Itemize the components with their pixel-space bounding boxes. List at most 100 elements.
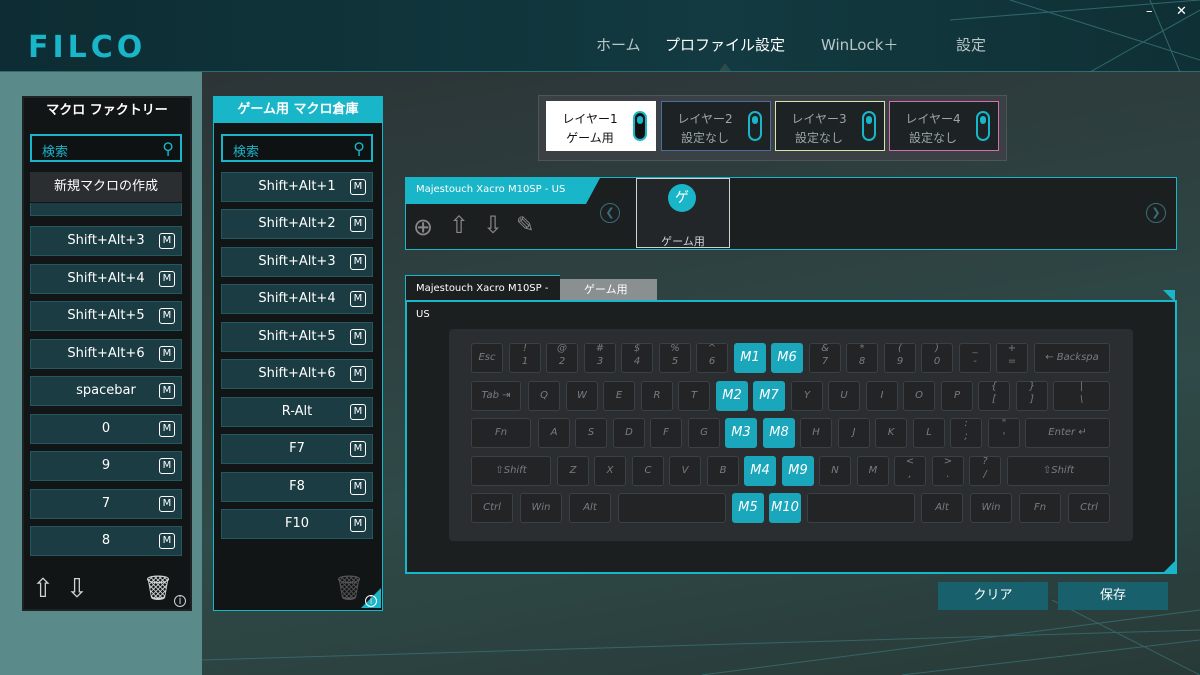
layer-4-button[interactable]: レイヤー4 設定なし <box>889 101 999 151</box>
key-8[interactable]: * 8 <box>846 343 878 373</box>
nav-profile-settings[interactable]: プロファイル設定 <box>665 34 785 55</box>
list-item[interactable]: Shift+Alt+2 M <box>221 209 373 239</box>
key-5[interactable]: % 5 <box>659 343 691 373</box>
key-m7[interactable]: M7 <box>753 381 785 411</box>
key-g[interactable]: G <box>688 418 720 448</box>
download-icon[interactable]: ⇩ <box>483 211 503 239</box>
key-2[interactable]: @2 <box>546 343 578 373</box>
upload-icon[interactable]: ⇧ <box>32 574 54 604</box>
download-icon[interactable]: ⇩ <box>66 574 88 604</box>
key-d[interactable]: D <box>613 418 645 448</box>
key-rshift[interactable]: ⇧Shift <box>1007 456 1110 486</box>
key-rctrl[interactable]: Ctrl <box>1068 493 1110 523</box>
list-item[interactable]: F7 M <box>221 434 373 464</box>
key-j[interactable]: J <box>838 418 870 448</box>
key-q[interactable]: Q <box>528 381 560 411</box>
key-s[interactable]: S <box>575 418 607 448</box>
key-3[interactable]: #3 <box>584 343 616 373</box>
toggle-icon[interactable] <box>633 111 647 141</box>
key-b[interactable]: B <box>707 456 739 486</box>
upload-icon[interactable]: ⇧ <box>449 211 469 239</box>
list-item[interactable]: Shift+Alt+4 M <box>30 264 182 294</box>
keyboard-device-tab[interactable]: Majestouch Xacro M10SP - US <box>405 275 560 320</box>
key-n[interactable]: N <box>819 456 851 486</box>
key-f[interactable]: F <box>650 418 682 448</box>
key-a[interactable]: A <box>538 418 570 448</box>
key-o[interactable]: O <box>903 381 935 411</box>
keyboard-profile-tab[interactable]: ゲーム用 <box>560 279 657 300</box>
key-u[interactable]: U <box>828 381 860 411</box>
create-macro-button[interactable]: 新規マクロの作成 <box>30 172 182 202</box>
list-item[interactable]: spacebar M <box>30 376 182 406</box>
key-1[interactable]: ! 1 <box>509 343 541 373</box>
key-rspace[interactable] <box>807 493 915 523</box>
key-k[interactable]: K <box>875 418 907 448</box>
toggle-icon[interactable] <box>862 111 876 141</box>
list-item[interactable]: Shift+Alt+6 M <box>30 339 182 369</box>
list-item[interactable]: 9M <box>30 451 182 481</box>
key-m[interactable]: M <box>857 456 889 486</box>
key-c[interactable]: C <box>632 456 664 486</box>
profile-card[interactable]: ゲ ゲーム用 <box>636 178 730 248</box>
key-e[interactable]: E <box>603 381 635 411</box>
list-item[interactable]: 8M <box>30 526 182 556</box>
list-item[interactable]: Shift+Alt+1 M <box>221 172 373 202</box>
clear-button[interactable]: クリア <box>938 582 1048 610</box>
key-m9[interactable]: M9 <box>782 456 814 486</box>
list-item[interactable]: Shift+Alt+4 M <box>221 284 373 314</box>
edit-pencil-icon[interactable]: ✎ <box>516 213 534 238</box>
key-7[interactable]: & 7 <box>809 343 841 373</box>
search-icon[interactable]: ⚲ <box>162 139 174 158</box>
list-item[interactable]: F10 M <box>221 509 373 539</box>
key-z[interactable]: Z <box>557 456 589 486</box>
key-0[interactable]: ) 0 <box>921 343 953 373</box>
trash-icon[interactable]: 🗑 <box>143 574 173 602</box>
key-m2[interactable]: M2 <box>716 381 748 411</box>
nav-home[interactable]: ホーム <box>596 34 641 55</box>
toggle-icon[interactable] <box>976 111 990 141</box>
key-m10[interactable]: M10 <box>769 493 801 523</box>
macro-factory-search[interactable]: 検索 ⚲ <box>30 134 182 162</box>
list-item[interactable]: Shift+Alt+5 M <box>221 322 373 352</box>
key-backspace[interactable]: ← Backspa <box>1034 343 1110 373</box>
list-item[interactable]: Shift+Alt+3 M <box>30 226 182 256</box>
key-tab[interactable]: Tab ⇥ <box>471 381 521 411</box>
game-macro-search[interactable]: 検索 ⚲ <box>221 134 373 162</box>
list-item[interactable]: 7M <box>30 489 182 519</box>
key-rbracket[interactable]: }] <box>1016 381 1048 411</box>
toggle-icon[interactable] <box>748 111 762 141</box>
trash-icon[interactable]: 🗑 <box>334 574 364 602</box>
key-slash[interactable]: ? / <box>969 456 1001 486</box>
key-lbracket[interactable]: {[ <box>978 381 1010 411</box>
key-period[interactable]: >. <box>932 456 964 486</box>
key-m5[interactable]: M5 <box>732 493 764 523</box>
key-9[interactable]: (9 <box>884 343 916 373</box>
list-item[interactable]: 0M <box>30 414 182 444</box>
key-m4[interactable]: M4 <box>744 456 776 486</box>
key-rfn[interactable]: Fn <box>1019 493 1061 523</box>
list-item[interactable]: Shift+Alt+6 M <box>221 359 373 389</box>
key-minus[interactable]: _ - <box>959 343 991 373</box>
save-button[interactable]: 保存 <box>1058 582 1168 610</box>
key-r[interactable]: R <box>641 381 673 411</box>
nav-winlock[interactable]: WinLock＋ <box>821 34 898 55</box>
key-m1[interactable]: M1 <box>734 343 766 373</box>
info-icon[interactable]: i <box>365 595 377 607</box>
key-quote[interactable]: " ' <box>988 418 1020 448</box>
key-m6[interactable]: M6 <box>771 343 803 373</box>
key-lspace[interactable] <box>618 493 726 523</box>
list-item[interactable]: Shift+Alt+3 M <box>221 247 373 277</box>
key-y[interactable]: Y <box>791 381 823 411</box>
key-6[interactable]: ^ 6 <box>696 343 728 373</box>
key-backslash[interactable]: | \ <box>1053 381 1110 411</box>
key-equal[interactable]: + = <box>996 343 1028 373</box>
add-circle-icon[interactable]: ⊕ <box>413 213 433 241</box>
key-h[interactable]: H <box>800 418 832 448</box>
layer-1-button[interactable]: レイヤー1 ゲーム用 <box>546 101 656 151</box>
key-v[interactable]: V <box>669 456 701 486</box>
search-icon[interactable]: ⚲ <box>353 139 365 158</box>
key-m8[interactable]: M8 <box>763 418 795 448</box>
key-enter[interactable]: Enter ↵ <box>1025 418 1110 448</box>
key-lctrl[interactable]: Ctrl <box>471 493 513 523</box>
key-lalt[interactable]: Alt <box>569 493 611 523</box>
